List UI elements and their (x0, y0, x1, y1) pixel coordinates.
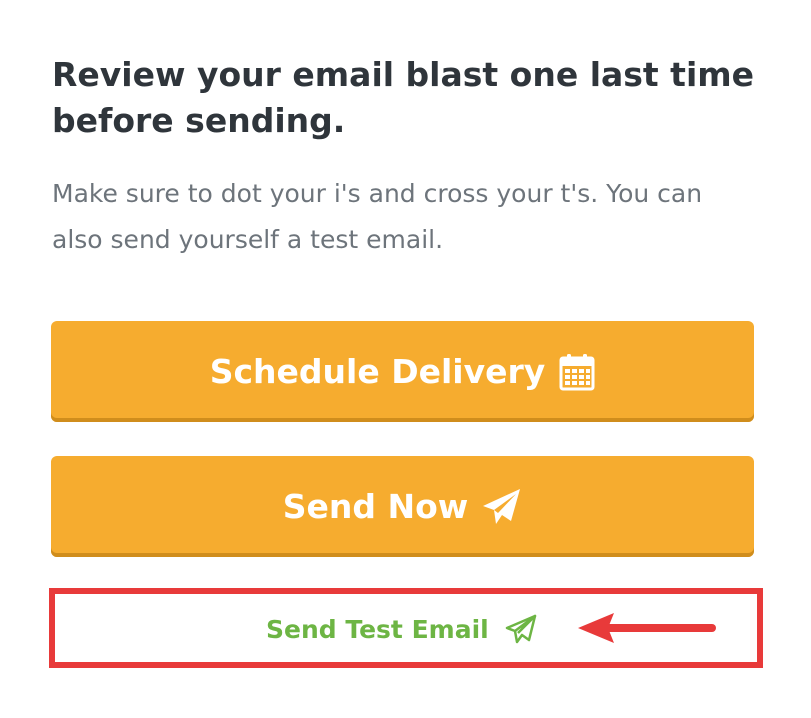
paper-plane-outline-icon (505, 614, 537, 644)
schedule-delivery-label: Schedule Delivery (209, 352, 546, 391)
red-arrow-icon (578, 613, 716, 643)
send-test-email-link[interactable]: Send Test Email (266, 609, 537, 649)
send-test-email-label: Send Test Email (266, 614, 489, 644)
schedule-delivery-button[interactable]: Schedule Delivery (51, 321, 754, 422)
page-description: Make sure to dot your i's and cross your… (52, 179, 703, 254)
page-title: Review your email blast one last time be… (52, 55, 755, 140)
calendar-icon (559, 353, 595, 391)
send-now-button[interactable]: Send Now (51, 456, 754, 557)
send-now-label: Send Now (282, 487, 469, 526)
paper-plane-icon (482, 488, 522, 526)
